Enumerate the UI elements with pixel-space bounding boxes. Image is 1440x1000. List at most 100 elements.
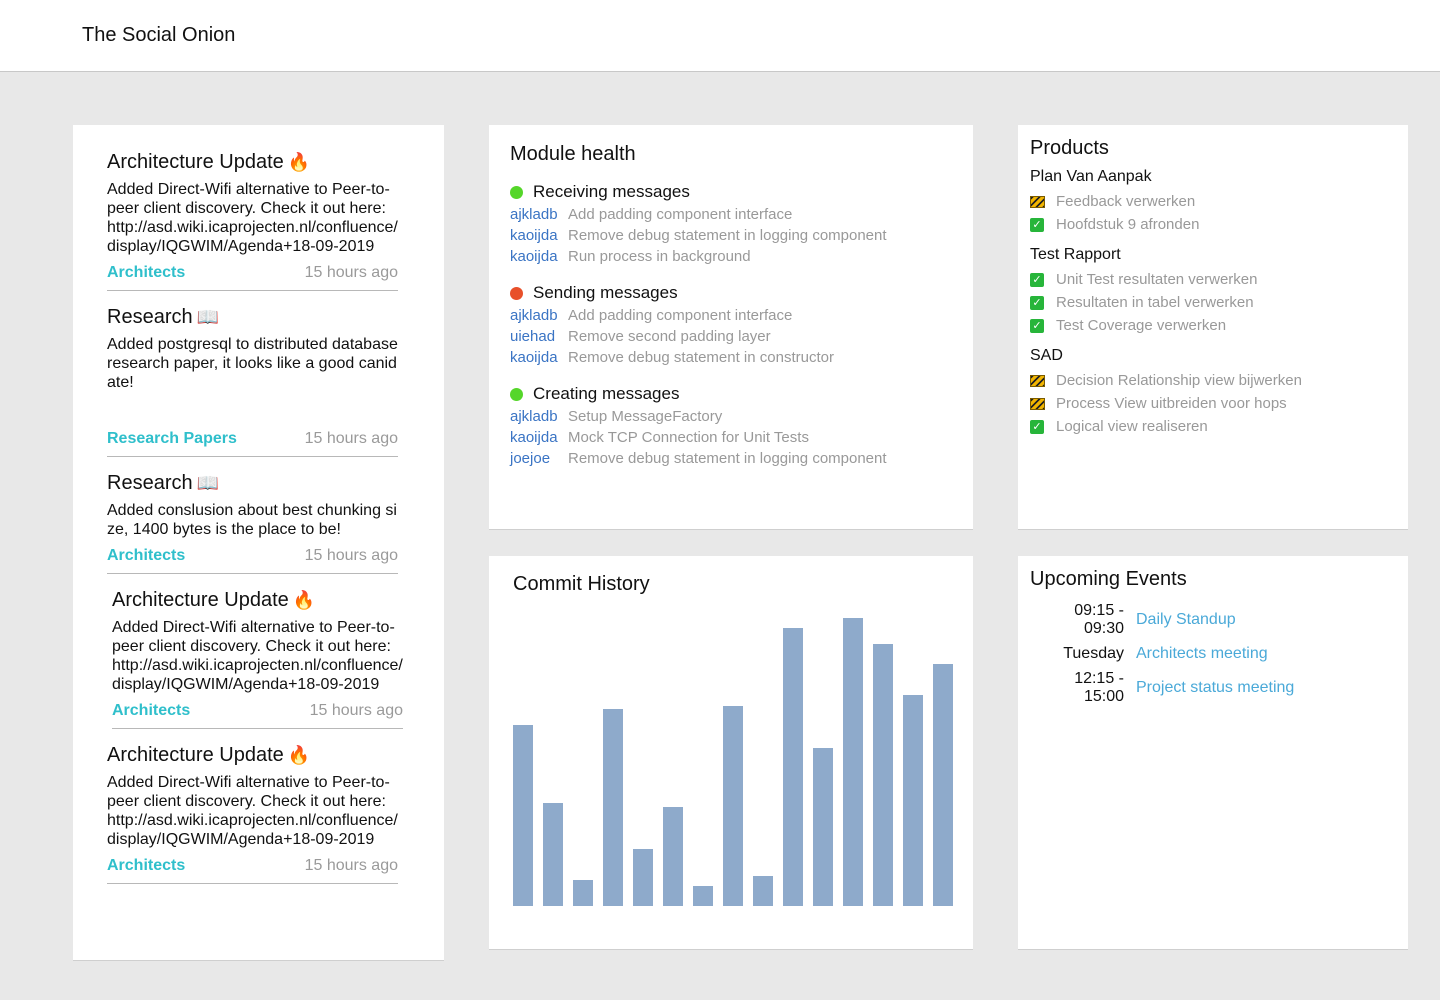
post-timestamp: 15 hours ago <box>304 430 398 447</box>
commit-author-link[interactable]: kaoijda <box>510 246 568 267</box>
module-name: Creating messages <box>533 384 680 403</box>
post-body: Added Direct-Wifi alternative to Peer-to… <box>112 619 403 693</box>
commit-row: kaoijda Mock TCP Connection for Unit Test… <box>510 427 952 448</box>
task-item: ✓ Test Coverage verwerken <box>1030 314 1396 337</box>
commit-author-link[interactable]: joejoe <box>510 448 568 469</box>
commit-message: Remove second padding layer <box>568 328 771 345</box>
top-bar: The Social Onion <box>0 0 1440 72</box>
post-title: Research 📖 <box>107 302 398 332</box>
task-item: ✓ Resultaten in tabel verwerken <box>1030 291 1396 314</box>
commit-author-link[interactable]: ajkladb <box>510 406 568 427</box>
commit-author-link[interactable]: ajkladb <box>510 204 568 225</box>
check-mark-icon: ✓ <box>1030 295 1044 310</box>
commit-author-link[interactable]: uiehad <box>510 326 568 347</box>
post-body: Added Direct-Wifi alternative to Peer-to… <box>107 774 398 848</box>
task-label: Unit Test resultaten verwerken <box>1056 271 1258 288</box>
task-item: ✓ Hoofdstuk 9 afronden <box>1030 213 1396 236</box>
commit-history-chart: Commit History <box>513 573 953 906</box>
post-body: Added Direct-Wifi alternative to Peer-to… <box>107 181 398 255</box>
post-meta: Architects 15 hours ago <box>107 849 398 883</box>
commit-message: Add padding component interface <box>568 206 793 223</box>
post-meta: Architects 15 hours ago <box>107 256 398 290</box>
commit-bar <box>603 709 623 906</box>
fire-icon: 🔥 <box>287 152 311 173</box>
check-mark-icon: ✓ <box>1030 217 1044 232</box>
commit-message: Remove debug statement in constructor <box>568 349 834 366</box>
post-tag-link[interactable]: Architects <box>107 857 185 875</box>
checkbox-icon: ✓ <box>1030 318 1056 333</box>
task-item: Decision Relationship view bijwerken <box>1030 369 1396 392</box>
post-tag-link[interactable]: Architects <box>107 264 185 282</box>
commit-bar <box>813 748 833 906</box>
commit-author-link[interactable]: kaoijda <box>510 427 568 448</box>
commit-bar <box>633 849 653 906</box>
product-group: SAD Decision Relationship view bijwerken P… <box>1030 347 1396 438</box>
module-list: Receiving messages ajkladb Add padding com… <box>510 180 952 469</box>
commit-message: Remove debug statement in logging compon… <box>568 450 887 467</box>
construction-icon <box>1030 374 1056 387</box>
event-link[interactable]: Daily Standup <box>1136 611 1236 629</box>
commit-bar <box>513 725 533 906</box>
commit-message: Mock TCP Connection for Unit Tests <box>568 429 809 446</box>
task-item: Process View uitbreiden voor hops <box>1030 392 1396 415</box>
task-label: Test Coverage verwerken <box>1056 317 1227 334</box>
feed-list: Architecture Update 🔥 Added Direct-Wifi al… <box>73 147 444 884</box>
feed-post: Architecture Update 🔥 Added Direct-Wifi al… <box>112 585 403 729</box>
commit-bar <box>903 695 923 906</box>
module-item: Creating messages ajkladb Setup MessageFac… <box>510 382 952 469</box>
commit-row: ajkladb Setup MessageFactory <box>510 406 952 427</box>
module-health-title: Module health <box>510 143 636 165</box>
fire-icon: 🔥 <box>292 590 316 611</box>
commit-author-link[interactable]: kaoijda <box>510 225 568 246</box>
construction-icon <box>1030 397 1056 410</box>
post-title-text: Architecture Update <box>107 744 284 766</box>
event-item: 09:15 - 09:30 Daily Standup <box>1030 602 1396 637</box>
commit-row: kaoijda Remove debug statement in logging… <box>510 225 952 246</box>
commit-bar <box>543 803 563 906</box>
task-item: ✓ Logical view realiseren <box>1030 415 1396 438</box>
status-dot-icon <box>510 185 523 199</box>
event-item: Tuesday Architects meeting <box>1030 637 1396 671</box>
feed-post: Architecture Update 🔥 Added Direct-Wifi al… <box>107 740 398 884</box>
post-timestamp: 15 hours ago <box>309 702 403 719</box>
post-tag-link[interactable]: Architects <box>112 702 190 720</box>
post-spacer <box>73 574 444 585</box>
app-title[interactable]: The Social Onion <box>82 24 235 47</box>
commit-author-link[interactable]: kaoijda <box>510 347 568 368</box>
task-label: Decision Relationship view bijwerken <box>1056 372 1302 389</box>
post-body: Added postgresql to distributed database… <box>107 336 398 391</box>
activity-feed: Architecture Update 🔥 Added Direct-Wifi al… <box>73 125 444 961</box>
feed-post: Architecture Update 🔥 Added Direct-Wifi al… <box>107 147 398 291</box>
task-label: Process View uitbreiden voor hops <box>1056 395 1287 412</box>
commit-author-link[interactable]: ajkladb <box>510 305 568 326</box>
product-name: Test Rapport <box>1030 246 1121 263</box>
commit-row: ajkladb Add padding component interface <box>510 204 952 225</box>
checkbox-icon: ✓ <box>1030 217 1056 232</box>
feed-post: Research 📖 Added conslusion about best chu… <box>107 468 398 574</box>
checkbox-icon: ✓ <box>1030 272 1056 287</box>
checkbox-icon: ✓ <box>1030 419 1056 434</box>
event-link[interactable]: Project status meeting <box>1136 679 1294 697</box>
task-label: Feedback verwerken <box>1056 193 1196 210</box>
commit-row: joejoe Remove debug statement in logging … <box>510 448 952 469</box>
post-tag-link[interactable]: Research Papers <box>107 430 237 448</box>
commit-bar <box>783 628 803 906</box>
post-body: Added conslusion about best chunking siz… <box>107 502 397 538</box>
post-title-text: Architecture Update <box>112 589 289 611</box>
post-tag-link[interactable]: Architects <box>107 547 185 565</box>
commit-message: Setup MessageFactory <box>568 408 723 425</box>
commit-row: uiehad Remove second padding layer <box>510 326 952 347</box>
book-icon: 📖 <box>196 307 220 328</box>
post-title: Architecture Update 🔥 <box>107 740 398 770</box>
module-name: Receiving messages <box>533 182 690 201</box>
post-title: Architecture Update 🔥 <box>112 585 403 615</box>
commit-bar <box>663 807 683 906</box>
post-timestamp: 15 hours ago <box>304 264 398 281</box>
module-name: Sending messages <box>533 283 678 302</box>
check-mark-icon: ✓ <box>1030 318 1044 333</box>
event-link[interactable]: Architects meeting <box>1136 645 1268 663</box>
commit-message: Remove debug statement in logging compon… <box>568 227 887 244</box>
construction-icon <box>1030 195 1056 208</box>
commit-row: kaoijda Run process in background <box>510 246 952 267</box>
event-time: 12:15 - 15:00 <box>1074 670 1124 705</box>
